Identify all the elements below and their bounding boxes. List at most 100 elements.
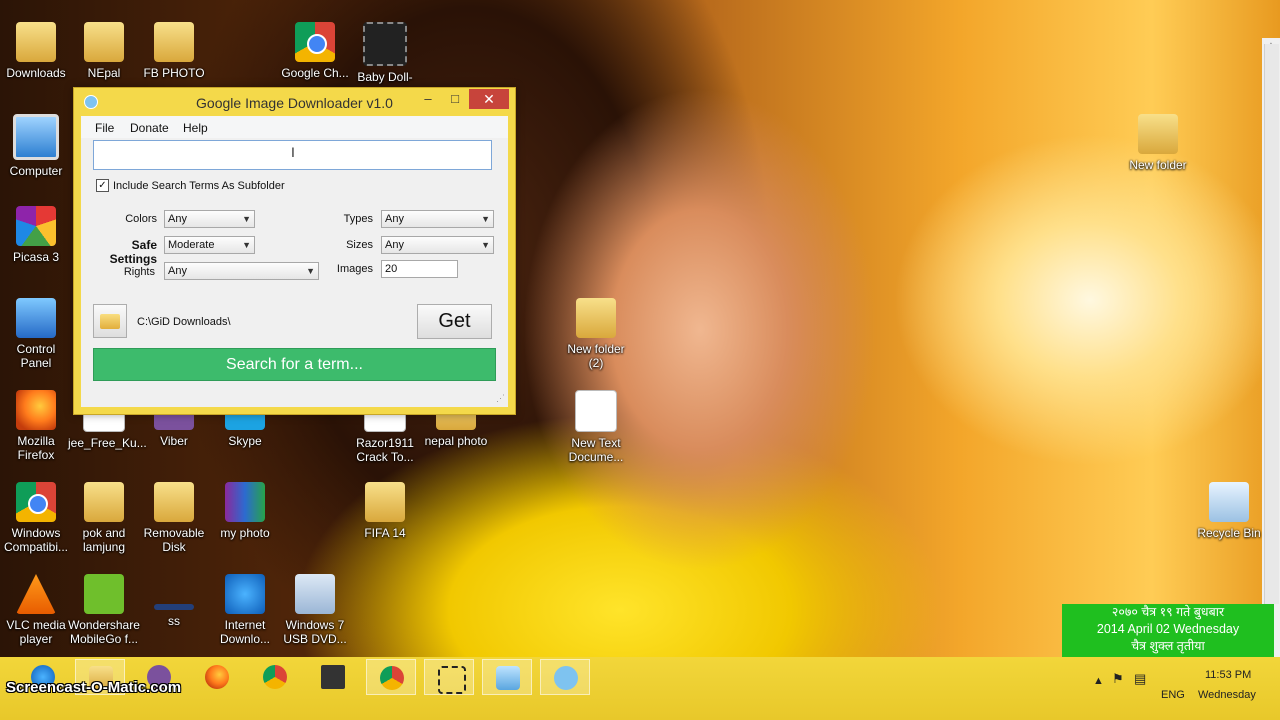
desktop-icon-win7-usb[interactable]: Windows 7 USB DVD... <box>279 574 351 646</box>
desktop-icon-babydoll[interactable]: Baby Doll- <box>349 22 421 84</box>
types-select[interactable]: Any ▼ <box>381 210 494 228</box>
desktop-icon-pok-lamjung[interactable]: pok and lamjung <box>68 482 140 554</box>
desktop-icon-recycle-bin[interactable]: Recycle Bin <box>1193 482 1265 540</box>
desktop-icon-computer[interactable]: Computer <box>0 114 72 178</box>
desktop-icon-windows-compat[interactable]: Windows Compatibi... <box>0 482 72 554</box>
desktop-icon-removable-disk[interactable]: Removable Disk <box>138 482 210 554</box>
desktop-icon-my-photo[interactable]: my photo <box>209 482 281 540</box>
taskbar-chrome[interactable] <box>250 659 300 695</box>
chevron-down-icon: ▼ <box>242 240 251 250</box>
taskbar-firefox[interactable] <box>192 659 242 695</box>
text-file-icon <box>575 390 617 432</box>
desktop-icon-vlc[interactable]: VLC media player <box>0 574 72 646</box>
folder-icon <box>84 22 124 62</box>
minimize-button[interactable]: – <box>417 89 439 109</box>
firefox-icon <box>16 390 56 430</box>
folder-icon <box>576 298 616 338</box>
safe-settings-select[interactable]: Moderate ▼ <box>164 236 255 254</box>
safe-settings-label: Safe Settings <box>109 238 157 266</box>
chevron-down-icon: ▼ <box>481 240 490 250</box>
desktop-scrollbar[interactable]: ▲ <box>1262 38 1280 658</box>
picasa-icon <box>16 206 56 246</box>
close-button[interactable]: ✕ <box>469 89 509 109</box>
browse-folder-button[interactable] <box>93 304 127 338</box>
windows-icon <box>295 574 335 614</box>
network-icon[interactable]: ▤ <box>1134 671 1146 687</box>
taskbar-som[interactable] <box>308 659 358 695</box>
maximize-button[interactable]: □ <box>444 89 466 109</box>
menu-bar: File Donate Help <box>81 116 508 138</box>
nepali-calendar-widget: २०७० चैत्र १९ गते बुधबार 2014 April 02 W… <box>1062 604 1274 657</box>
desktop-icon-new-folder-2[interactable]: New folder (2) <box>560 298 632 370</box>
text-cursor-icon: Ι <box>291 144 295 160</box>
language-indicator[interactable]: ENG <box>1161 689 1185 701</box>
clock-day[interactable]: Wednesday <box>1198 689 1256 701</box>
folder-icon <box>16 22 56 62</box>
desktop-icon-firefox[interactable]: Mozilla Firefox <box>0 390 72 462</box>
desktop-icon-nepal[interactable]: NEpal <box>68 22 140 80</box>
folder-icon <box>100 314 120 329</box>
menu-file[interactable]: File <box>95 121 114 135</box>
snip-icon <box>438 666 466 694</box>
desktop-icon-fbphoto[interactable]: FB PHOTO <box>138 22 210 80</box>
menu-help[interactable]: Help <box>183 121 208 135</box>
desktop-icon-downloads[interactable]: Downloads <box>0 22 72 80</box>
include-subfolder-checkbox[interactable]: ✓ <box>96 179 109 192</box>
winrar-icon <box>225 482 265 522</box>
search-status-bar: Search for a term... <box>93 348 496 381</box>
desktop-icon-idm[interactable]: Internet Downlo... <box>209 574 281 646</box>
app-window[interactable]: Google Image Downloader v1.0 – □ ✕ File … <box>73 87 516 415</box>
desktop-icon-new-text[interactable]: New Text Docume... <box>560 390 632 464</box>
calendar-tithi: चैत्र शुक्ल तृतीया <box>1131 639 1205 653</box>
calendar-english-date: 2014 April 02 Wednesday <box>1096 622 1240 636</box>
clock-time[interactable]: 11:53 PM <box>1205 669 1251 681</box>
types-label: Types <box>343 213 373 225</box>
folder-icon <box>1138 114 1178 154</box>
rights-label: Rights <box>123 266 155 278</box>
taskbar-gid[interactable] <box>540 659 590 695</box>
rights-select[interactable]: Any ▼ <box>164 262 319 280</box>
sizes-label: Sizes <box>346 239 373 251</box>
desktop-icon-picasa[interactable]: Picasa 3 <box>0 206 72 264</box>
desktop-icon-fifa[interactable]: FIFA 14 <box>349 482 421 540</box>
desktop-icon-ss[interactable]: ss <box>138 574 210 628</box>
flag-icon[interactable]: ⚑ <box>1112 671 1124 687</box>
folder-icon <box>154 482 194 522</box>
recycle-bin-icon <box>1209 482 1249 522</box>
images-count-input[interactable] <box>381 260 458 278</box>
chevron-down-icon: ▼ <box>242 214 251 224</box>
taskbar-notepad[interactable] <box>482 659 532 695</box>
colors-select[interactable]: Any ▼ <box>164 210 255 228</box>
tray-chevron-icon[interactable]: ▲ <box>1093 675 1104 687</box>
desktop-icon-new-folder[interactable]: New folder <box>1122 114 1194 172</box>
control-panel-icon <box>16 298 56 338</box>
video-icon <box>363 22 407 66</box>
taskbar-snipping[interactable] <box>424 659 474 695</box>
chevron-down-icon: ▼ <box>481 214 490 224</box>
desktop-icon-google-chrome[interactable]: Google Ch... <box>279 22 351 80</box>
folder-icon <box>365 482 405 522</box>
mobilego-icon <box>84 574 124 614</box>
chrome-icon <box>263 665 287 689</box>
screencast-watermark: Screencast-O-Matic.com <box>6 679 182 696</box>
app-client-area: File Donate Help Ι ✓ Include Search Term… <box>81 116 508 407</box>
computer-icon <box>13 114 59 160</box>
desktop-icon-mobilego[interactable]: Wondershare MobileGo f... <box>68 574 140 646</box>
title-bar[interactable]: Google Image Downloader v1.0 – □ ✕ <box>74 88 515 116</box>
folder-icon <box>84 482 124 522</box>
folder-icon <box>154 22 194 62</box>
download-path: C:\GiD Downloads\ <box>137 316 231 328</box>
get-button[interactable]: Get <box>417 304 492 339</box>
resize-grip-icon[interactable]: ⋰ <box>496 393 505 404</box>
notepad-icon <box>496 666 520 690</box>
chrome-icon <box>295 22 335 62</box>
ie-icon <box>225 574 265 614</box>
sizes-select[interactable]: Any ▼ <box>381 236 494 254</box>
colors-label: Colors <box>125 213 157 225</box>
scrollbar-thumb[interactable] <box>1264 44 1279 604</box>
taskbar-chrome-app[interactable] <box>366 659 416 695</box>
chevron-down-icon: ▼ <box>306 266 315 276</box>
chrome-icon <box>16 482 56 522</box>
menu-donate[interactable]: Donate <box>130 121 169 135</box>
desktop-icon-control-panel[interactable]: Control Panel <box>0 298 72 370</box>
